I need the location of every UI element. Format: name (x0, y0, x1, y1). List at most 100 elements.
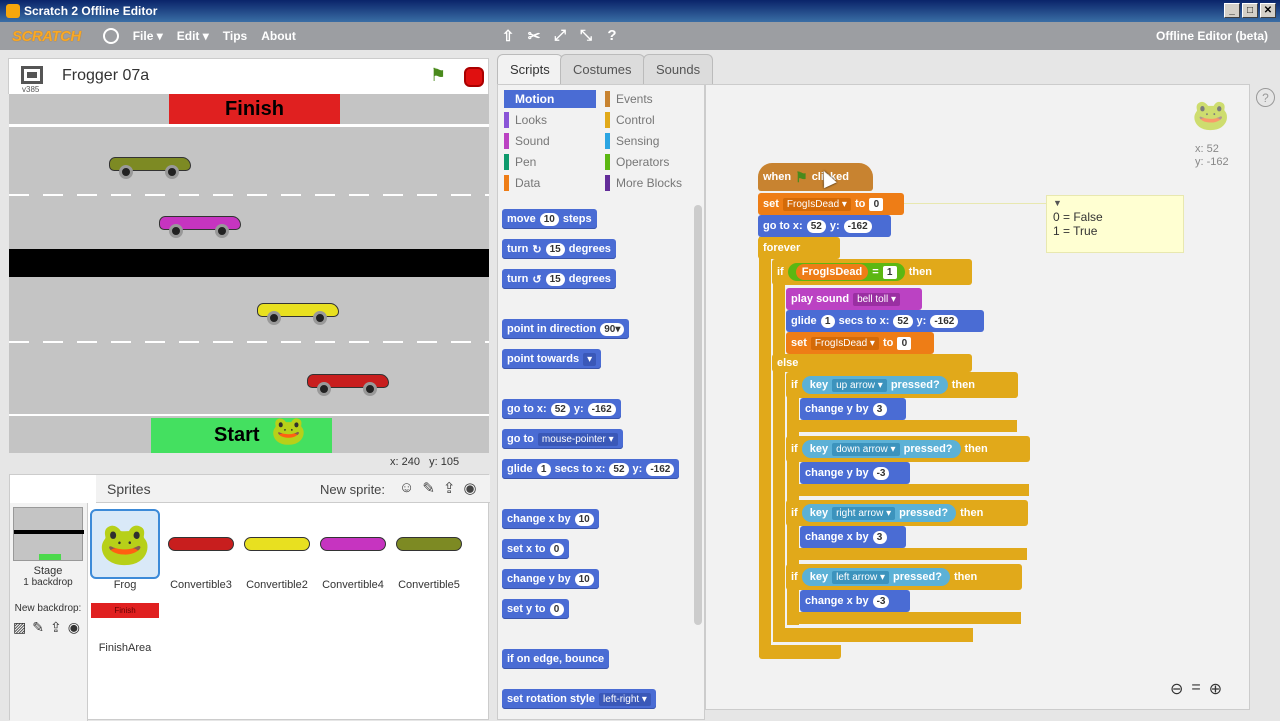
frog-sprite[interactable]: 🐸 (271, 414, 306, 447)
sprite-library-icon[interactable]: ☺ (399, 479, 414, 497)
block-set-y[interactable]: set y to 0 (502, 599, 569, 619)
block-turn-left[interactable]: turn ↺ 15 degrees (502, 269, 616, 289)
zoom-reset-icon[interactable]: = (1191, 679, 1200, 699)
category-data[interactable]: Data (504, 175, 540, 191)
forever-block[interactable]: forever (758, 237, 840, 259)
change-x-block[interactable]: change x by -3 (800, 590, 910, 612)
median-strip (9, 249, 489, 277)
block-goto-xy[interactable]: go to x: 52 y: -162 (502, 399, 621, 419)
car-magenta[interactable] (157, 208, 243, 238)
glide-block[interactable]: glide 1 secs to x: 52 y: -162 (786, 310, 984, 332)
block-change-y[interactable]: change y by 10 (502, 569, 599, 589)
paint-sprite-icon[interactable]: ✎ (422, 479, 435, 497)
menu-tips[interactable]: Tips (223, 29, 247, 43)
when-flag-clicked-hat[interactable]: when ⚑ clicked (758, 163, 873, 191)
category-looks[interactable]: Looks (504, 112, 547, 128)
window-titlebar: Scratch 2 Offline Editor _ □ ✕ (0, 0, 1280, 22)
minimize-button[interactable]: _ (1224, 3, 1240, 18)
block-point-towards[interactable]: point towards ▾ (502, 349, 602, 369)
stage-canvas[interactable]: Finish Start 🐸 (9, 94, 489, 453)
block-rotation-style[interactable]: set rotation style left-right ▾ (502, 689, 656, 709)
help-tool-icon[interactable]: ? (604, 27, 620, 45)
turn-left-icon: ↺ (532, 273, 542, 286)
category-pen[interactable]: Pen (504, 154, 536, 170)
set-frogisdead-0-inner[interactable]: set FrogIsDead ▾ to 0 (786, 332, 934, 354)
top-lane-line (9, 124, 489, 127)
ifelse-arm (773, 262, 785, 642)
category-sensing[interactable]: Sensing (605, 133, 659, 149)
category-motion[interactable]: Motion (504, 90, 596, 108)
block-goto-target[interactable]: go to mouse-pointer ▾ (502, 429, 623, 449)
camera-sprite-icon[interactable]: ◉ (463, 479, 476, 497)
goto-xy-block[interactable]: go to x: 52 y: -162 (758, 215, 891, 237)
app-icon (6, 4, 20, 18)
zoom-out-icon[interactable]: ⊖ (1170, 679, 1183, 699)
block-move-steps[interactable]: move 10 steps (502, 209, 597, 229)
close-button[interactable]: ✕ (1260, 3, 1276, 18)
category-control[interactable]: Control (605, 112, 655, 128)
block-bounce[interactable]: if on edge, bounce (502, 649, 610, 669)
fullscreen-icon[interactable] (21, 66, 43, 84)
upload-backdrop-icon[interactable]: ⇪ (50, 619, 62, 636)
script-comment[interactable]: ▼ 0 = False 1 = True (1046, 195, 1184, 253)
zoom-in-icon[interactable]: ⊕ (1209, 679, 1222, 699)
stage-column: Stage 1 backdrop New backdrop: ▨ ✎ ⇪ ◉ (10, 503, 88, 721)
language-globe-icon[interactable] (102, 28, 119, 44)
block-change-x[interactable]: change x by 10 (502, 509, 599, 529)
play-sound-block[interactable]: play sound bell toll ▾ (786, 288, 922, 310)
scratch-logo[interactable]: SCRATCH (12, 28, 81, 45)
camera-backdrop-icon[interactable]: ◉ (68, 619, 80, 636)
block-set-x[interactable]: set x to 0 (502, 539, 569, 559)
finisharea-thumb[interactable]: Finish (91, 603, 159, 618)
sprite-name: FinishArea (98, 642, 152, 654)
help-icon[interactable]: ? (1256, 88, 1275, 107)
upload-sprite-icon[interactable]: ⇪ (443, 479, 456, 497)
if-key-left-block[interactable]: if key left arrow ▾ pressed? then (786, 564, 1022, 590)
car-red[interactable] (305, 366, 391, 396)
sprite-convertible3[interactable]: Convertible3 (165, 509, 237, 591)
change-x-block[interactable]: change x by 3 (800, 526, 906, 548)
block-turn-right[interactable]: turn ↻ 15 degrees (502, 239, 616, 259)
menu-file[interactable]: File ▾ (133, 29, 163, 43)
if-key-up-block[interactable]: if key up arrow ▾ pressed? then (786, 372, 1018, 398)
project-title[interactable]: Frogger 07a (62, 67, 149, 85)
change-y-block[interactable]: change y by 3 (800, 398, 906, 420)
collapse-comment-icon[interactable]: ▼ (1047, 196, 1183, 210)
change-y-block[interactable]: change y by -3 (800, 462, 910, 484)
stage-label: Stage (33, 565, 63, 577)
maximize-button[interactable]: □ (1242, 3, 1258, 18)
car-yellow[interactable] (255, 295, 341, 325)
menu-edit[interactable]: Edit ▾ (177, 29, 209, 43)
car-olive[interactable] (107, 149, 193, 179)
category-more-blocks[interactable]: More Blocks (605, 175, 682, 191)
tab-costumes[interactable]: Costumes (560, 54, 645, 84)
grow-tool-icon[interactable]: ⤢ (552, 27, 568, 45)
category-events[interactable]: Events (605, 91, 653, 107)
if-key-right-block[interactable]: if key right arrow ▾ pressed? then (786, 500, 1028, 526)
green-flag-icon[interactable]: ⚑ (430, 65, 446, 86)
block-glide[interactable]: glide 1 secs to x: 52 y: -162 (502, 459, 680, 479)
set-frogisdead-0[interactable]: set FrogIsDead ▾ to 0 (758, 193, 904, 215)
block-point-direction[interactable]: point in direction 90▾ (502, 319, 630, 339)
stop-icon[interactable] (464, 67, 484, 87)
duplicate-tool-icon[interactable]: ⇧ (500, 27, 516, 45)
sprite-frog[interactable]: 🐸 Frog (89, 509, 161, 591)
stage-thumbnail[interactable] (13, 507, 84, 561)
sprites-label: Sprites (107, 481, 151, 497)
backdrop-library-icon[interactable]: ▨ (13, 619, 26, 636)
delete-tool-icon[interactable]: ✂ (526, 27, 542, 45)
palette-scrollbar[interactable] (694, 205, 702, 625)
sprite-convertible5[interactable]: Convertible5 (393, 509, 465, 591)
category-operators[interactable]: Operators (605, 154, 669, 170)
sprite-convertible4[interactable]: Convertible4 (317, 509, 389, 591)
menu-about[interactable]: About (261, 29, 296, 43)
if-key-down-block[interactable]: if key down arrow ▾ pressed? then (786, 436, 1030, 462)
shrink-tool-icon[interactable]: ⤡ (578, 27, 594, 45)
tab-sounds[interactable]: Sounds (643, 54, 714, 84)
paint-backdrop-icon[interactable]: ✎ (32, 619, 44, 636)
car-thumb-icon (320, 537, 386, 551)
tab-scripts[interactable]: Scripts (497, 54, 563, 84)
sprite-convertible2[interactable]: Convertible2 (241, 509, 313, 591)
if-else-block[interactable]: if FrogIsDead = 1 then (772, 259, 972, 285)
category-sound[interactable]: Sound (504, 133, 550, 149)
